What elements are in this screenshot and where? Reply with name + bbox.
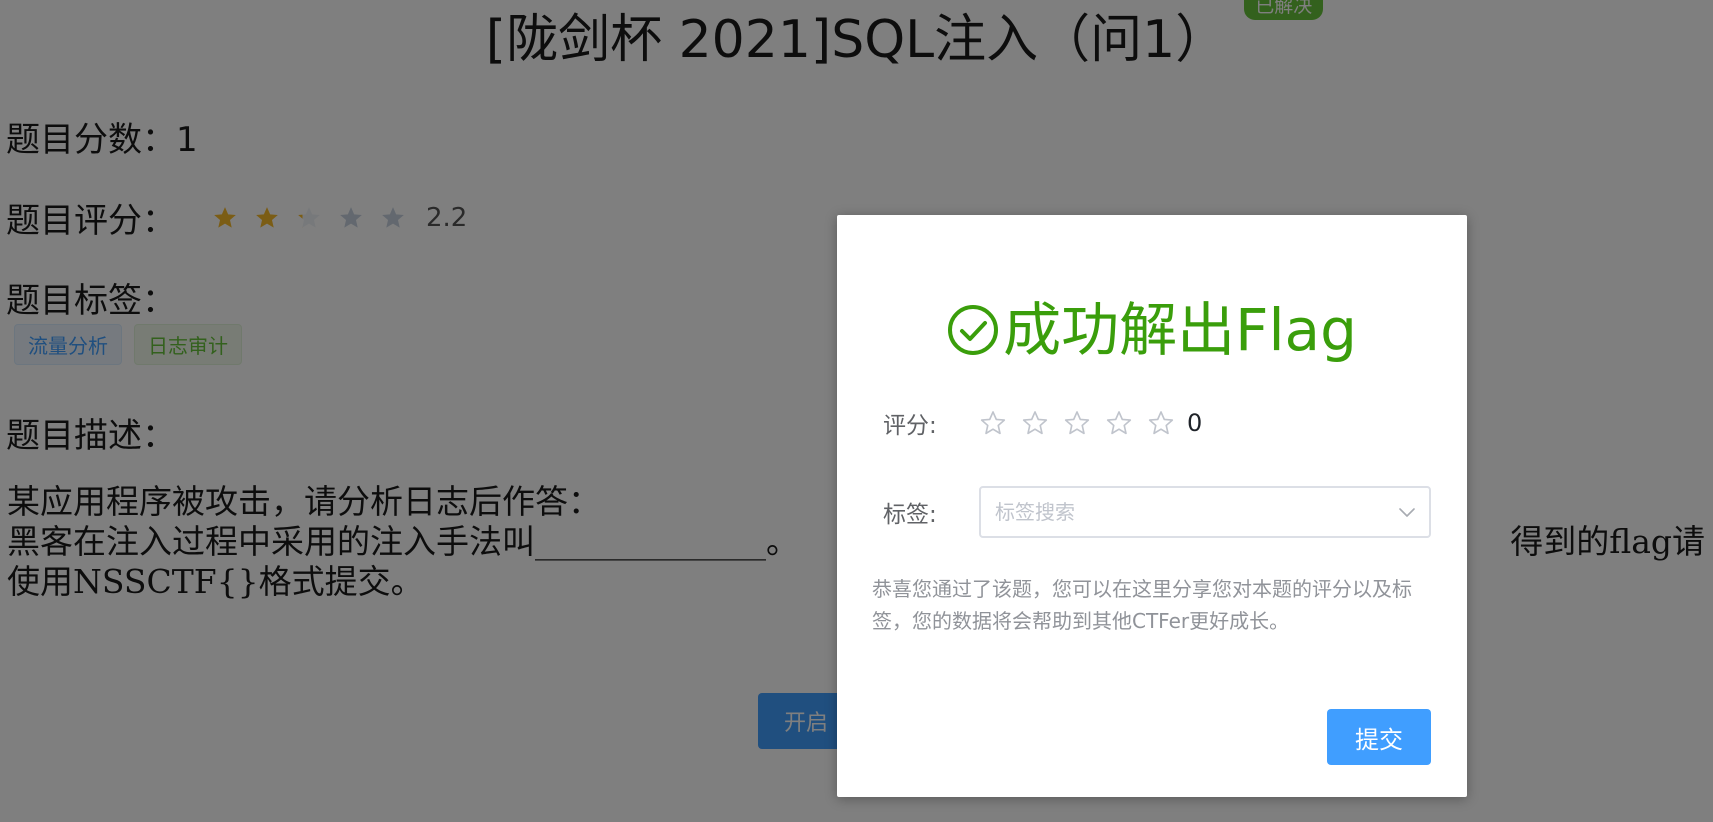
star-outline-icon[interactable] <box>1021 409 1049 437</box>
rate-label: 评分: <box>883 413 937 439</box>
star-outline-icon[interactable] <box>1147 409 1175 437</box>
tag-select-row: 标签: <box>883 486 1431 538</box>
tag-search-input[interactable] <box>993 499 1377 525</box>
submit-button[interactable]: 提交 <box>1327 709 1431 765</box>
tag-select-label: 标签: <box>883 502 937 528</box>
rate-value: 0 <box>1187 409 1203 437</box>
check-circle-icon <box>947 304 999 356</box>
rate-stars <box>979 409 1175 437</box>
success-dialog: 成功解出Flag 评分: 0 标签: 恭喜您通过了该题，您可以在这里分享您对本题… <box>837 215 1467 797</box>
star-outline-icon[interactable] <box>979 409 1007 437</box>
success-title: 成功解出Flag <box>837 295 1467 365</box>
share-note: 恭喜您通过了该题，您可以在这里分享您对本题的评分以及标签，您的数据将会帮助到其他… <box>872 577 1412 633</box>
chevron-down-icon[interactable] <box>1397 502 1417 522</box>
tag-select[interactable] <box>979 486 1431 538</box>
star-outline-icon[interactable] <box>1063 409 1091 437</box>
rate-row: 评分: 0 <box>883 406 1202 440</box>
star-outline-icon[interactable] <box>1105 409 1133 437</box>
success-title-text: 成功解出Flag <box>1003 296 1357 364</box>
